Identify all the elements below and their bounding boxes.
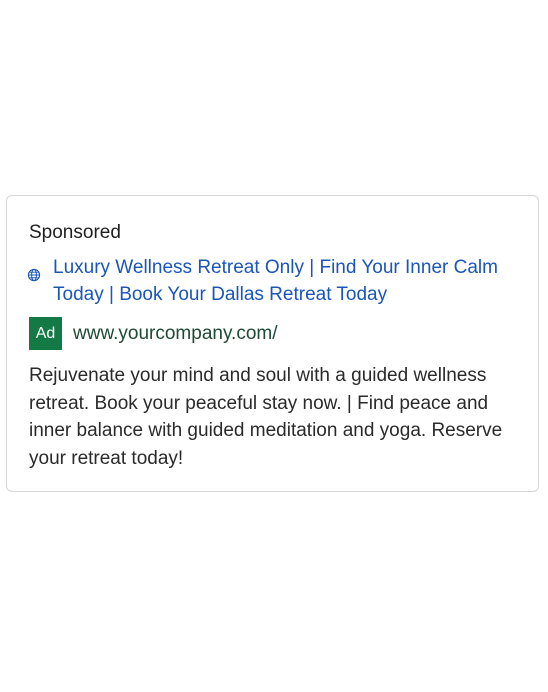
ad-description: Rejuvenate your mind and soul with a gui… — [29, 365, 503, 469]
globe-icon — [27, 268, 41, 282]
display-url-link[interactable]: www.yourcompany.com/ — [73, 322, 278, 346]
ad-card: Sponsored Luxury Wellness Retreat Only |… — [6, 195, 539, 492]
sponsored-label: Sponsored — [29, 222, 121, 243]
ad-badge: Ad — [29, 317, 62, 350]
ad-headline-link[interactable]: Luxury Wellness Retreat Only | Find Your… — [53, 254, 523, 308]
